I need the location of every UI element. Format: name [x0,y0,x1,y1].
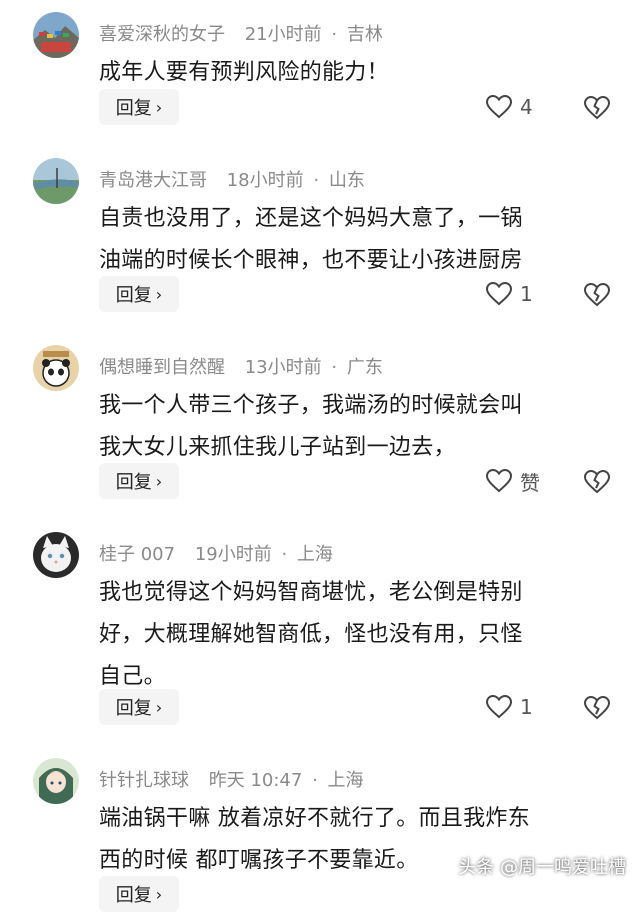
comment-line: 成年人要有预判风险的能力！ [99,60,389,85]
username[interactable]: 青岛港大江哥 [99,170,207,191]
heart-icon [486,695,512,719]
reply-button[interactable]: 回复 › [99,89,179,125]
like-button[interactable]: 1 [486,689,533,725]
location: 上海 [296,544,333,565]
separator: · [331,24,338,45]
reply-label: 回复 [115,472,152,493]
separator: · [313,170,320,191]
reply-label: 回复 [115,885,152,906]
username[interactable]: 偶想睡到自然醒 [99,357,225,378]
avatar[interactable] [33,758,79,804]
comment-line: 自责也没用了，还是这个妈妈大意了，一锅 [99,206,523,231]
avatar[interactable] [33,532,79,578]
separator: · [331,357,338,378]
comment-line: 端油锅干嘛 放着凉好不就行了。而且我炸东 [99,806,530,831]
timestamp: 13小时前 [244,357,322,378]
like-button[interactable]: 4 [486,89,533,125]
reply-button[interactable]: 回复 › [99,876,179,912]
reply-button[interactable]: 回复 › [99,276,179,312]
comment-line: 我一个人带三个孩子，我端汤的时候就会叫 [99,393,523,418]
heart-icon [486,95,512,119]
broken-heart-icon[interactable] [584,469,610,495]
comment-text: 成年人要有预判风险的能力！ [99,52,619,94]
avatar-mountain-flags-icon [33,12,79,58]
username[interactable]: 喜爱深秋的女子 [99,24,225,45]
comment-line: 我也觉得这个妈妈智商堪忧，老公倒是特别 [99,580,523,605]
avatar[interactable] [33,158,79,204]
chevron-right-icon: › [155,284,163,304]
chevron-right-icon: › [155,697,163,717]
broken-heart-icon[interactable] [584,95,610,121]
comment-text: 自责也没用了，还是这个妈妈大意了，一锅 油端的时候长个眼神，也不要让小孩进厨房 [99,198,619,282]
reply-button[interactable]: 回复 › [99,463,179,499]
comment-meta: 针针扎球球 昨天 10:47 · 上海 [99,767,364,795]
timestamp: 21小时前 [244,24,322,45]
chevron-right-icon: › [155,97,163,117]
comment-meta: 青岛港大江哥 18小时前 · 山东 [99,167,365,195]
like-count: 4 [520,95,533,119]
comment-meta: 桂子 007 19小时前 · 上海 [99,541,333,569]
timestamp: 18小时前 [226,170,304,191]
comment-meta: 偶想睡到自然醒 13小时前 · 广东 [99,354,383,382]
username[interactable]: 针针扎球球 [99,770,189,791]
heart-icon [486,469,512,493]
like-count: 赞 [520,470,540,495]
like-count: 1 [520,282,533,306]
separator: · [312,770,318,791]
reply-label: 回复 [115,98,152,119]
chevron-right-icon: › [155,471,163,491]
avatar[interactable] [33,12,79,58]
reply-button[interactable]: 回复 › [99,689,179,725]
watermark: 头条 @周一鸣爱吐槽 [458,857,626,878]
broken-heart-icon[interactable] [584,695,610,721]
avatar[interactable] [33,345,79,391]
separator: · [281,544,288,565]
comment-line: 我大女儿来抓住我儿子站到一边去， [99,435,456,460]
avatar-landscape-icon [33,158,79,204]
reply-label: 回复 [115,285,152,306]
like-button[interactable]: 赞 [486,463,540,499]
like-button[interactable]: 1 [486,276,533,312]
comment-text: 我也觉得这个妈妈智商堪忧，老公倒是特别 好，大概理解她智商低，怪也没有用，只怪 … [99,572,619,698]
location: 广东 [346,357,383,378]
timestamp: 昨天 10:47 [208,770,303,791]
comment-line: 好，大概理解她智商低，怪也没有用，只怪 [99,622,523,647]
location: 吉林 [346,24,383,45]
location: 山东 [328,170,365,191]
username[interactable]: 桂子 007 [99,544,175,565]
broken-heart-icon[interactable] [584,282,610,308]
avatar-anime-girl-icon [33,758,79,804]
location: 上海 [327,770,364,791]
heart-icon [486,282,512,306]
timestamp: 19小时前 [194,544,272,565]
chevron-right-icon: › [155,884,163,904]
reply-label: 回复 [115,698,152,719]
comment-text: 我一个人带三个孩子，我端汤的时候就会叫 我大女儿来抓住我儿子站到一边去， [99,385,619,469]
avatar-panda-icon [33,345,79,391]
comment-meta: 喜爱深秋的女子 21小时前 · 吉林 [99,21,383,49]
like-count: 1 [520,695,533,719]
comment-line: 油端的时候长个眼神，也不要让小孩进厨房 [99,248,523,273]
avatar-white-cat-icon [33,532,79,578]
